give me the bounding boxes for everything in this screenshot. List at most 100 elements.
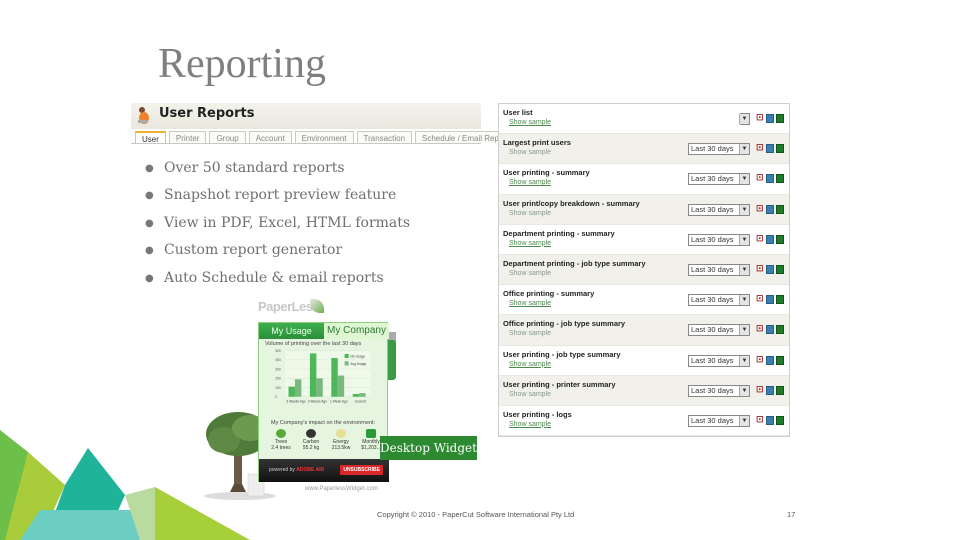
pdf-icon[interactable]: ⊡	[756, 204, 764, 214]
show-sample-link[interactable]: Show sample	[509, 149, 551, 156]
format-icons: ⊡	[756, 144, 784, 154]
show-sample-link[interactable]: Show sample	[509, 270, 551, 277]
excel-icon[interactable]	[776, 204, 784, 214]
pdf-icon[interactable]: ⊡	[756, 295, 764, 304]
period-dropdown[interactable]: Last 30 days ▼	[688, 143, 750, 156]
pdf-icon[interactable]: ⊡	[756, 385, 764, 395]
chevron-down-icon[interactable]: ▼	[739, 325, 749, 336]
report-row: Department printing - job type summary Sh…	[499, 254, 789, 286]
chevron-down-icon[interactable]: ▼	[739, 355, 749, 366]
tab-transaction[interactable]: Transaction	[356, 131, 413, 143]
unsubscribe-button[interactable]: UNSUBSCRIBE	[340, 465, 383, 475]
excel-icon[interactable]	[776, 234, 784, 244]
pdf-icon[interactable]: ⊡	[756, 325, 764, 334]
pdf-icon[interactable]: ⊡	[756, 415, 764, 425]
period-dropdown[interactable]: ▼	[739, 113, 750, 125]
period-dropdown[interactable]: Last 30 days ▼	[688, 414, 750, 427]
bullet-item: ● Snapshot report preview feature	[145, 185, 410, 212]
show-sample-link[interactable]: Show sample	[509, 300, 551, 307]
show-sample-link[interactable]: Show sample	[509, 421, 551, 428]
excel-icon[interactable]	[776, 415, 784, 425]
chevron-down-icon[interactable]: ▼	[739, 295, 749, 306]
excel-icon[interactable]	[776, 385, 784, 395]
widget-bar-chart: 500 400 300 200 100 0 3 Weeks Ago 2 Weeks Ago 1 …	[275, 349, 371, 404]
tab-account[interactable]: Account	[248, 131, 292, 143]
html-icon[interactable]	[766, 355, 774, 365]
excel-icon[interactable]	[776, 295, 784, 305]
chevron-down-icon[interactable]: ▼	[739, 204, 749, 215]
html-icon[interactable]	[766, 415, 774, 425]
period-dropdown[interactable]: Last 30 days ▼	[688, 233, 750, 246]
x-tick-label: Current	[355, 400, 366, 404]
html-icon[interactable]	[766, 385, 774, 395]
html-icon[interactable]	[766, 114, 774, 123]
html-icon[interactable]	[766, 234, 774, 244]
y-tick-label: 100	[275, 386, 281, 390]
show-sample-link[interactable]: Show sample	[509, 240, 551, 247]
y-tick-label: 500	[275, 349, 281, 353]
show-sample-link[interactable]: Show sample	[509, 391, 551, 398]
bullet-icon: ●	[145, 217, 154, 229]
tab-printer[interactable]: Printer	[168, 131, 207, 143]
html-icon[interactable]	[766, 264, 774, 274]
report-row: User print/copy breakdown - summary Show …	[499, 194, 789, 225]
show-sample-link[interactable]: Show sample	[509, 361, 551, 368]
show-sample-link[interactable]: Show sample	[509, 179, 551, 186]
chevron-down-icon[interactable]: ▼	[739, 114, 749, 124]
did-you-know-tab[interactable]	[387, 340, 396, 380]
pdf-icon[interactable]: ⊡	[756, 264, 764, 274]
period-dropdown[interactable]: Last 30 days ▼	[688, 354, 750, 367]
html-icon[interactable]	[766, 144, 774, 154]
excel-icon[interactable]	[776, 174, 784, 184]
period-dropdown[interactable]: Last 30 days ▼	[688, 384, 750, 397]
pdf-icon[interactable]: ⊡	[756, 174, 764, 183]
html-icon[interactable]	[766, 174, 774, 184]
show-sample-link[interactable]: Show sample	[509, 210, 551, 217]
pdf-icon[interactable]: ⊡	[756, 355, 764, 365]
widget-impact-caption: My Company's impact on the environment:	[271, 420, 376, 426]
period-value: Last 30 days	[691, 144, 734, 154]
chevron-down-icon[interactable]: ▼	[739, 234, 749, 245]
chevron-down-icon[interactable]: ▼	[739, 264, 749, 275]
chevron-down-icon[interactable]: ▼	[739, 144, 749, 155]
widget-tab-my-company[interactable]: My Company	[324, 323, 389, 339]
excel-icon[interactable]	[776, 144, 784, 154]
period-dropdown[interactable]: Last 30 days ▼	[688, 324, 750, 337]
pdf-icon[interactable]: ⊡	[756, 114, 764, 123]
excel-icon[interactable]	[776, 325, 784, 335]
period-value: Last 30 days	[691, 174, 734, 184]
period-dropdown[interactable]: Last 30 days ▼	[688, 294, 750, 307]
pdf-icon[interactable]: ⊡	[756, 234, 764, 244]
report-row: User printing - printer summary Show samp…	[499, 375, 789, 406]
period-dropdown[interactable]: Last 30 days ▼	[688, 173, 750, 186]
widget-tab-my-usage[interactable]: My Usage	[259, 323, 324, 339]
excel-icon[interactable]	[776, 264, 784, 274]
html-icon[interactable]	[766, 325, 774, 335]
dollar-icon	[366, 429, 376, 438]
tab-user[interactable]: User	[135, 131, 166, 144]
tab-environment[interactable]: Environment	[294, 131, 354, 143]
bullet-item: ● Custom report generator	[145, 240, 410, 267]
html-icon[interactable]	[766, 295, 774, 305]
report-name: Office printing - summary	[503, 289, 595, 299]
powered-by-text: powered by ADOBE AIR	[269, 467, 325, 473]
pdf-icon[interactable]: ⊡	[756, 144, 764, 153]
report-name: User printing - printer summary	[503, 379, 616, 389]
bar-avg-usage	[316, 378, 323, 397]
period-dropdown[interactable]: Last 30 days ▼	[688, 203, 750, 216]
show-sample-link[interactable]: Show sample	[509, 119, 551, 126]
excel-icon[interactable]	[776, 355, 784, 365]
period-dropdown[interactable]: Last 30 days ▼	[688, 263, 750, 276]
footer-copyright: Copyright © 2010 - PaperCut Software Int…	[377, 510, 575, 519]
chevron-down-icon[interactable]: ▼	[739, 174, 749, 185]
excel-icon[interactable]	[776, 114, 784, 123]
lightbulb-icon	[336, 429, 346, 438]
html-icon[interactable]	[766, 204, 774, 214]
x-tick-label: 3 Weeks Ago	[286, 400, 305, 404]
tab-group[interactable]: Group	[209, 131, 246, 143]
chevron-down-icon[interactable]: ▼	[739, 385, 749, 396]
widget-footer: powered by ADOBE AIR UNSUBSCRIBE	[259, 459, 389, 482]
chevron-down-icon[interactable]: ▼	[739, 415, 749, 426]
show-sample-link[interactable]: Show sample	[509, 330, 551, 337]
bullet-text: Auto Schedule & email reports	[164, 269, 384, 286]
